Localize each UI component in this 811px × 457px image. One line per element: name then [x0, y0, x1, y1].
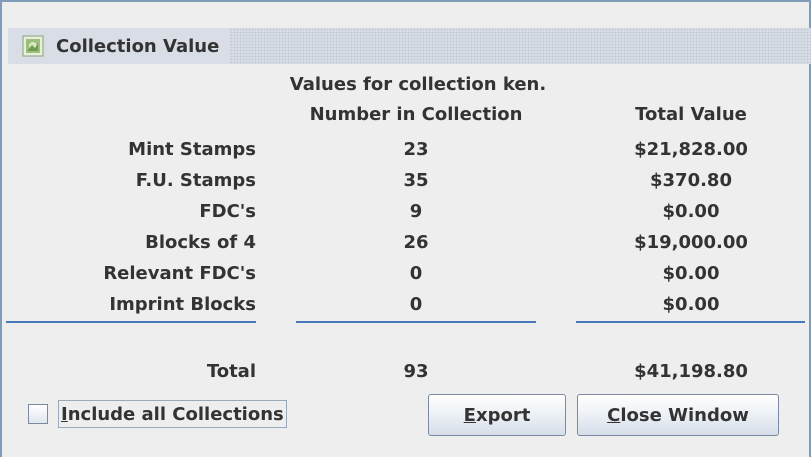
row-value-fu-stamps: $370.80	[650, 170, 732, 191]
row-value-relevant-fdcs: $0.00	[662, 263, 720, 284]
count-column-separator	[296, 321, 536, 323]
include-all-text: nclude all Collections	[67, 403, 284, 425]
row-label-relevant-fdcs: Relevant FDC's	[103, 263, 256, 284]
include-all-collections-checkbox[interactable]	[28, 404, 48, 424]
window-title: Collection Value	[56, 35, 220, 57]
export-mnemonic: E	[463, 404, 476, 426]
stamp-app-icon	[22, 35, 44, 57]
export-button[interactable]: Export	[428, 394, 566, 436]
row-count-fdcs: 9	[409, 201, 423, 222]
row-value-mint-stamps: $21,828.00	[634, 139, 748, 160]
label-column-separator	[6, 321, 256, 323]
row-label-fdcs: FDC's	[199, 201, 256, 222]
row-count-mint-stamps: 23	[403, 139, 429, 160]
row-label-mint-stamps: Mint Stamps	[128, 139, 256, 160]
total-count: 93	[403, 361, 429, 382]
total-label: Total	[206, 361, 256, 382]
count-column-header: Number in Collection	[309, 104, 523, 125]
row-label-fu-stamps: F.U. Stamps	[135, 170, 256, 191]
row-value-blocks-of-4: $19,000.00	[634, 232, 748, 253]
collection-value-window	[0, 0, 811, 457]
title-left: Collection Value	[8, 28, 230, 64]
close-window-button[interactable]: Close Window	[577, 394, 779, 436]
row-count-imprint-blocks: 0	[409, 294, 423, 315]
row-count-blocks-of-4: 26	[403, 232, 429, 253]
total-value: $41,198.80	[634, 361, 748, 382]
row-label-blocks-of-4: Blocks of 4	[145, 232, 256, 253]
close-mnemonic: C	[607, 404, 621, 426]
row-count-fu-stamps: 35	[403, 170, 429, 191]
row-value-imprint-blocks: $0.00	[662, 294, 720, 315]
include-all-collections-label[interactable]: Include all Collections	[58, 400, 287, 428]
row-label-imprint-blocks: Imprint Blocks	[109, 294, 256, 315]
close-text: lose Window	[620, 404, 749, 426]
export-text: xport	[475, 404, 531, 426]
value-column-header: Total Value	[635, 104, 747, 125]
value-column-separator	[576, 321, 805, 323]
report-heading: Values for collection ken.	[289, 74, 547, 95]
row-value-fdcs: $0.00	[662, 201, 720, 222]
title-bar[interactable]: Collection Value	[8, 28, 811, 64]
row-count-relevant-fdcs: 0	[409, 263, 423, 284]
include-all-mnemonic: I	[61, 403, 68, 425]
